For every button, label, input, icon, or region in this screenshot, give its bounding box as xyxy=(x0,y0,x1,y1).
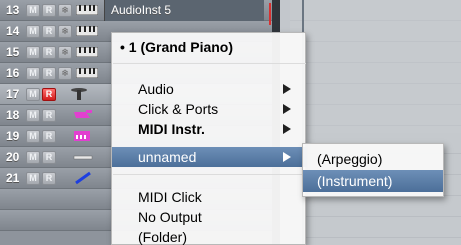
track-number: 20 xyxy=(6,150,20,164)
menu-item-folder[interactable]: (Folder) xyxy=(112,227,307,245)
menu-separator xyxy=(113,63,306,64)
arrange-lanes xyxy=(290,0,461,133)
track-number: 16 xyxy=(6,66,20,80)
menu-item-label: MIDI Instr. xyxy=(138,121,205,137)
submenu-arrow-icon xyxy=(283,124,291,134)
submenu-arrow-icon xyxy=(283,84,291,94)
track-number: 17 xyxy=(6,87,20,101)
freeze-button[interactable]: ❄ xyxy=(58,24,72,38)
menu-separator xyxy=(113,174,306,175)
keyboard-icon xyxy=(74,131,90,141)
menu-item-audio[interactable]: Audio xyxy=(112,79,307,99)
audio-instrument-icon xyxy=(76,26,98,36)
audio-instrument-icon xyxy=(76,68,98,78)
track-number: 15 xyxy=(6,45,20,59)
record-enable-button[interactable]: R xyxy=(42,3,56,17)
menu-item-no-output[interactable]: No Output xyxy=(112,207,307,227)
drum-kit-icon xyxy=(71,88,87,100)
record-enable-button[interactable]: R xyxy=(42,150,56,164)
track-number: 21 xyxy=(6,171,20,185)
record-enable-button[interactable]: R xyxy=(42,171,56,185)
unnamed-submenu: (Arpeggio) (Instrument) xyxy=(302,143,444,197)
track-name-field[interactable]: AudioInst 5 xyxy=(104,0,264,21)
menu-item-grand-piano[interactable]: • 1 (Grand Piano) xyxy=(112,37,307,57)
menu-item-label: Audio xyxy=(138,81,174,97)
track-name: AudioInst 5 xyxy=(111,3,172,17)
submenu-arrow-icon xyxy=(283,152,291,162)
menu-item-midi-click[interactable]: MIDI Click xyxy=(112,187,307,207)
submenu-arrow-icon xyxy=(283,104,291,114)
submenu-item-arpeggio[interactable]: (Arpeggio) xyxy=(303,148,443,170)
menu-item-midi-instr[interactable]: MIDI Instr. xyxy=(112,119,307,139)
track-number: 13 xyxy=(6,3,20,17)
record-enable-button[interactable]: R xyxy=(42,87,56,101)
record-enable-button[interactable]: R xyxy=(42,45,56,59)
synth-icon xyxy=(74,110,92,118)
selection-marker xyxy=(269,3,271,25)
mute-button[interactable]: M xyxy=(26,171,40,185)
track-row[interactable]: 13 M R ❄ AudioInst 5 xyxy=(0,0,290,21)
track-number: 14 xyxy=(6,24,20,38)
mute-button[interactable]: M xyxy=(26,150,40,164)
track-number: 18 xyxy=(6,108,20,122)
mute-button[interactable]: M xyxy=(26,3,40,17)
menu-item-label: Click & Ports xyxy=(138,101,219,117)
audio-instrument-icon xyxy=(76,47,98,57)
record-enable-button[interactable]: R xyxy=(42,24,56,38)
mute-button[interactable]: M xyxy=(26,66,40,80)
menu-item-unnamed[interactable]: unnamed xyxy=(112,147,307,167)
menu-item-label: unnamed xyxy=(138,149,197,165)
submenu-item-instrument[interactable]: (Instrument) xyxy=(303,170,443,192)
record-enable-button[interactable]: R xyxy=(42,108,56,122)
freeze-button[interactable]: ❄ xyxy=(58,66,72,80)
guitar-icon xyxy=(75,171,91,185)
mute-button[interactable]: M xyxy=(26,129,40,143)
arrange-area[interactable] xyxy=(280,0,461,245)
output-context-menu: • 1 (Grand Piano) Audio Click & Ports MI… xyxy=(111,32,307,245)
record-enable-button[interactable]: R xyxy=(42,129,56,143)
menu-item-click-ports[interactable]: Click & Ports xyxy=(112,99,307,119)
mute-button[interactable]: M xyxy=(26,45,40,59)
freeze-button[interactable]: ❄ xyxy=(58,3,72,17)
track-number: 19 xyxy=(6,129,20,143)
mute-button[interactable]: M xyxy=(26,87,40,101)
record-enable-button[interactable]: R xyxy=(42,66,56,80)
mute-button[interactable]: M xyxy=(26,108,40,122)
freeze-button[interactable]: ❄ xyxy=(58,45,72,59)
audio-instrument-icon xyxy=(76,5,98,15)
bass-icon xyxy=(73,155,93,160)
mute-button[interactable]: M xyxy=(26,24,40,38)
